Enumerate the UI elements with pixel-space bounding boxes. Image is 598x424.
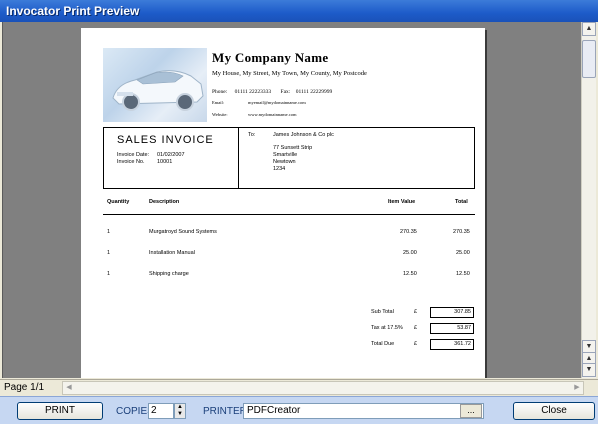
header-rule bbox=[103, 214, 475, 215]
fax-label: Fax: bbox=[280, 89, 291, 95]
col-header-description: Description bbox=[149, 199, 180, 205]
box-divider bbox=[238, 128, 239, 188]
horizontal-scrollbar[interactable]: ◀ ▶ bbox=[62, 381, 584, 395]
bottom-toolbar: PRINT COPIES 2 ▲ ▼ PRINTER PDFCreator ..… bbox=[0, 396, 598, 424]
row-value: 270.35 bbox=[400, 229, 417, 235]
car-illustration bbox=[112, 70, 204, 111]
browse-printer-button[interactable]: ... bbox=[460, 404, 482, 418]
totals-currency: £ bbox=[414, 325, 418, 331]
row-total: 12.50 bbox=[456, 271, 470, 277]
totals-currency: £ bbox=[414, 341, 418, 347]
phone-value: 01111 22223333 bbox=[234, 89, 272, 95]
totals-label: Tax at 17.5% bbox=[371, 325, 403, 331]
row-total: 270.35 bbox=[453, 229, 470, 235]
col-header-item-value: Item Value bbox=[388, 199, 416, 205]
email-value: myemail@mydomainname.com bbox=[248, 100, 306, 105]
totals-currency: £ bbox=[414, 309, 418, 315]
row-desc: Murgatroyd Sound Systems bbox=[149, 229, 217, 235]
row-total: 25.00 bbox=[456, 250, 470, 256]
email-label: Email: bbox=[212, 100, 224, 105]
col-header-quantity: Quantity bbox=[107, 199, 130, 205]
copies-input[interactable]: 2 bbox=[148, 403, 174, 419]
preview-viewport[interactable]: My Company Name My House, My Street, My … bbox=[2, 22, 581, 378]
company-logo-car-image bbox=[103, 48, 207, 122]
invoice-date-label: Invoice Date: bbox=[117, 152, 150, 158]
row-qty: 1 bbox=[107, 250, 111, 256]
row-qty: 1 bbox=[107, 271, 111, 277]
website-line: Website: www.mydomainname.com bbox=[212, 112, 296, 117]
page-indicator: Page 1/1 bbox=[4, 382, 45, 393]
invoice-date: 01/02/2007 bbox=[157, 152, 185, 158]
window-title: Invocator Print Preview bbox=[0, 0, 598, 22]
row-value: 12.50 bbox=[403, 271, 417, 277]
status-bar: Page 1/1 ◀ ▶ bbox=[0, 379, 598, 395]
phone-line: Phone: 01111 22223333 Fax: 01111 2222999… bbox=[212, 89, 332, 95]
scroll-right-icon[interactable]: ▶ bbox=[571, 382, 583, 394]
row-desc: Shipping charge bbox=[149, 271, 189, 277]
company-address: My House, My Street, My Town, My County,… bbox=[212, 70, 367, 77]
row-desc: Installation Manual bbox=[149, 250, 195, 256]
to-line: James Johnson & Co plc bbox=[273, 132, 334, 138]
close-button[interactable]: Close bbox=[513, 402, 595, 420]
invoice-heading: SALES INVOICE bbox=[117, 134, 214, 146]
invoice-no-label: Invoice No. bbox=[117, 159, 145, 165]
copies-stepper[interactable]: ▲ ▼ bbox=[174, 403, 186, 419]
phone-label: Phone: bbox=[212, 89, 228, 95]
totals-amount: 53.87 bbox=[430, 323, 474, 334]
totals-amount: 361.72 bbox=[430, 339, 474, 350]
printer-label: PRINTER bbox=[203, 406, 247, 417]
invoice-info-box: SALES INVOICE Invoice Date: 01/02/2007 I… bbox=[103, 127, 475, 189]
website-value: www.mydomainname.com bbox=[248, 112, 297, 117]
stepper-up-icon[interactable]: ▲ bbox=[175, 404, 185, 411]
scroll-left-icon[interactable]: ◀ bbox=[63, 382, 75, 394]
print-button[interactable]: PRINT bbox=[17, 402, 103, 420]
printer-field[interactable]: PDFCreator bbox=[243, 403, 484, 419]
row-value: 25.00 bbox=[403, 250, 417, 256]
fax-value: 01111 22229999 bbox=[295, 89, 333, 95]
website-label: Website: bbox=[212, 112, 228, 117]
scroll-up-icon[interactable]: ▲ bbox=[582, 22, 596, 36]
to-line: 1234 bbox=[273, 166, 286, 172]
to-line: Smartville bbox=[273, 152, 298, 158]
totals-amount: 307.85 bbox=[430, 307, 474, 318]
to-line: 77 Sunsett Strip bbox=[273, 145, 313, 151]
to-label: To: bbox=[248, 132, 256, 138]
invoice-no: 10001 bbox=[157, 159, 173, 165]
stepper-down-icon[interactable]: ▼ bbox=[175, 411, 185, 418]
page-down-icon[interactable]: ▼ bbox=[582, 363, 596, 377]
company-name: My Company Name bbox=[212, 50, 329, 65]
to-line: Newtown bbox=[273, 159, 296, 165]
email-line: Email: myemail@mydomainname.com bbox=[212, 100, 306, 105]
invoice-page: My Company Name My House, My Street, My … bbox=[81, 28, 485, 378]
row-qty: 1 bbox=[107, 229, 111, 235]
totals-label: Total Due bbox=[371, 341, 395, 347]
totals-label: Sub Total bbox=[371, 309, 394, 315]
scroll-thumb[interactable] bbox=[582, 40, 596, 78]
vertical-scrollbar[interactable]: ▲ ▼ ▲ ▼ bbox=[581, 22, 596, 378]
col-header-total: Total bbox=[455, 199, 468, 205]
